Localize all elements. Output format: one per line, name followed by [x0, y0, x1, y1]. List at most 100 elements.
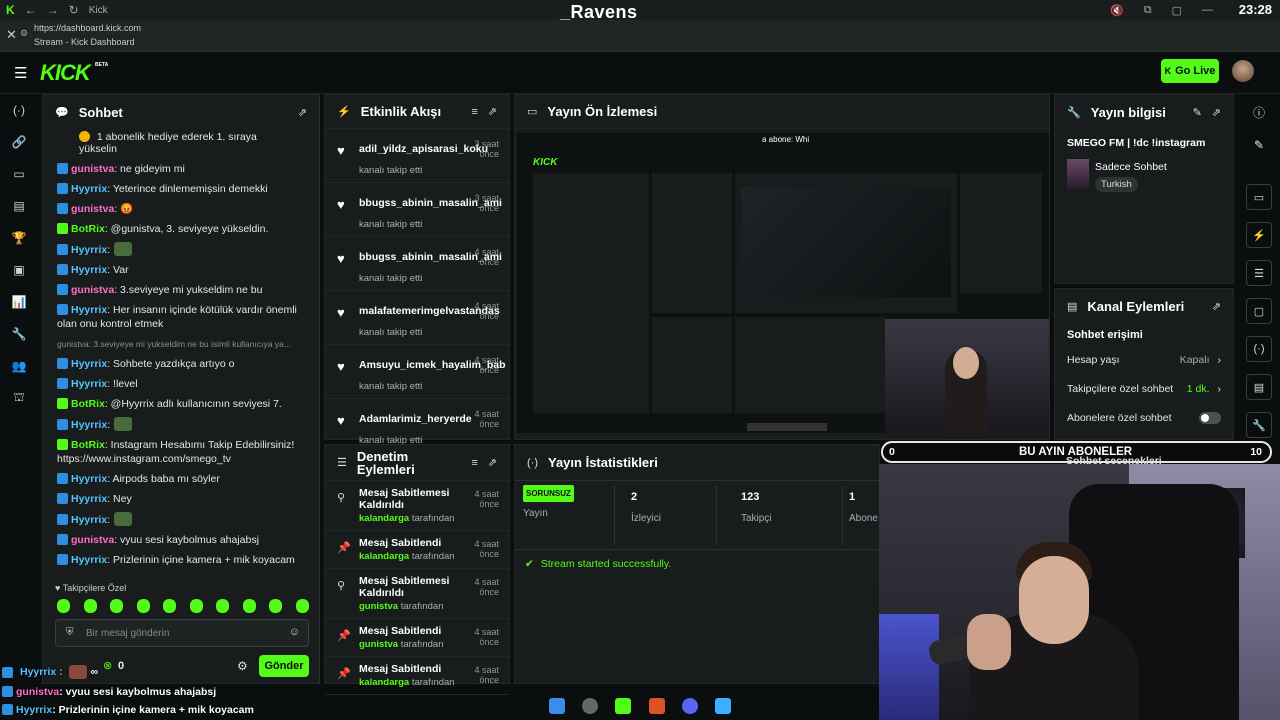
chat-username[interactable]: BotRix — [71, 398, 105, 410]
site-settings-icon[interactable]: ⚙ — [20, 28, 28, 39]
emote-6[interactable] — [189, 599, 203, 613]
tab-title[interactable]: Kick — [89, 5, 108, 16]
moderation-item[interactable]: 📌 Mesaj Sabitlendi kalandarga tarafından 4 … — [325, 657, 509, 695]
emote-2[interactable] — [83, 599, 97, 613]
chat-username[interactable]: Hyyrrix — [71, 554, 107, 566]
users-icon[interactable]: 👥 — [0, 350, 38, 382]
stream-tool-icon[interactable]: (·) — [1246, 336, 1272, 362]
chat-username[interactable]: Hyyrrix — [71, 493, 107, 505]
category-name[interactable]: Sadece Sohbet — [1095, 161, 1167, 173]
chat-username[interactable]: BotRix — [71, 223, 105, 235]
edit-icon[interactable]: ✎ — [1193, 106, 1202, 119]
filter-icon[interactable]: ≡ — [471, 457, 477, 469]
emote-10[interactable] — [295, 599, 309, 613]
coin-icon — [79, 131, 90, 142]
chrome-icon[interactable] — [581, 698, 598, 714]
chat-username[interactable]: gunistva — [71, 284, 114, 296]
chat-username[interactable]: Hyyrrix — [71, 514, 107, 526]
pencil-icon[interactable]: ✎ — [1238, 130, 1280, 184]
stats-icon[interactable]: ▤ — [0, 190, 38, 222]
chat-username[interactable]: Hyyrrix — [71, 264, 107, 276]
wrench-icon[interactable]: 🔧 — [0, 318, 38, 350]
emoji-icon[interactable]: ☺ — [289, 626, 300, 638]
chat-username[interactable]: gunistva — [71, 203, 114, 215]
chat-username[interactable]: Hyyrrix — [71, 183, 107, 195]
clock: 23:28 — [1238, 2, 1272, 17]
forward-icon[interactable]: → — [47, 3, 59, 17]
mute-icon[interactable]: 🔇 — [1110, 4, 1124, 17]
log-text: Stream started successfully. — [540, 558, 672, 570]
bolt-tool-icon[interactable]: ⚡ — [1246, 222, 1272, 248]
back-icon[interactable]: ← — [25, 3, 37, 17]
moderation-item[interactable]: 📌 Mesaj Sabitlendi gunistva tarafından 4 sa… — [325, 619, 509, 657]
trophy-icon[interactable]: 🏆 — [0, 222, 38, 254]
emote-7[interactable] — [216, 599, 230, 613]
chat-username[interactable]: Hyyrrix — [71, 304, 107, 316]
popout-icon[interactable]: ⇗ — [488, 456, 497, 469]
filter-icon[interactable]: ≡ — [471, 106, 477, 118]
info-icon[interactable]: ⓘ — [1238, 94, 1280, 130]
emote-5[interactable] — [163, 599, 177, 613]
moderation-item[interactable]: ⚲ Mesaj Sabitlemesi Kaldırıldı gunistva ta… — [325, 569, 509, 619]
sidebar-icon[interactable]: ▢ — [1172, 4, 1182, 17]
moderation-item[interactable]: ⚲ Mesaj Sabitlemesi Kaldırıldı kalandarga … — [325, 481, 509, 531]
minimize-icon[interactable]: — — [1202, 4, 1213, 17]
preview-video[interactable]: a abone: Whi KICK — [517, 133, 1049, 433]
chat-username[interactable]: gunistva — [71, 163, 114, 175]
activity-item[interactable]: ♥ bbugss_abinin_masalin_ami kanalı takip e… — [325, 183, 509, 237]
emote-3[interactable] — [110, 599, 124, 613]
url-text[interactable]: https://dashboard.kick.com — [34, 23, 141, 33]
chat-username[interactable]: Hyyrrix — [71, 244, 107, 256]
chat-username[interactable]: Hyyrrix — [71, 378, 107, 390]
wrench-tool-icon[interactable]: 🔧 — [1246, 412, 1272, 438]
chat-input[interactable]: ⛨ Bir mesaj gönderin ☺ — [55, 619, 309, 647]
avatar[interactable] — [1232, 60, 1254, 82]
popout-icon[interactable]: ⇗ — [1212, 300, 1221, 313]
chart-icon[interactable]: 📊 — [0, 286, 38, 318]
send-button[interactable]: Gönder — [259, 655, 309, 677]
account-age-row[interactable]: Hesap yaşı Kapalı › — [1055, 345, 1233, 374]
extensions-icon[interactable]: ⧉ — [1144, 4, 1152, 17]
go-live-button[interactable]: K Go Live — [1161, 59, 1219, 83]
photos-icon[interactable] — [715, 698, 732, 714]
sliders-tool-icon[interactable]: ▤ — [1246, 374, 1272, 400]
stream-icon[interactable]: (·) — [0, 94, 38, 126]
emote-1[interactable] — [57, 599, 70, 613]
chat-username[interactable]: gunistva — [71, 534, 114, 546]
discord-icon[interactable] — [681, 698, 698, 714]
chat-username[interactable]: Hyyrrix — [71, 473, 107, 485]
moderation-item[interactable]: 📌 Mesaj Sabitlendi kalandarga tarafından 4 … — [325, 531, 509, 569]
chat-username[interactable]: Hyyrrix — [71, 419, 107, 431]
close-tab-icon[interactable]: ✕ — [6, 27, 17, 43]
windows-start-icon[interactable] — [548, 698, 565, 714]
activity-item[interactable]: ♥ adil_yildz_apisarasi_koku kanalı takip e… — [325, 129, 509, 183]
broadcast-icon[interactable]: ⛫ — [0, 382, 38, 414]
followers-only-row[interactable]: Takipçilere özel sohbet 1 dk. › — [1055, 374, 1233, 403]
activity-item[interactable]: ♥ Amsuyu_icmek_hayalim_bab kanalı takip et… — [325, 345, 509, 399]
menu-icon[interactable]: ☰ — [14, 64, 27, 82]
chat-username[interactable]: BotRix — [71, 439, 105, 451]
message-tool-icon[interactable]: ▢ — [1246, 298, 1272, 324]
activity-item[interactable]: ♥ bbugss_abinin_masalin_ami kanalı takip e… — [325, 237, 509, 291]
tag-pill[interactable]: Turkish — [1095, 177, 1138, 192]
chat-username[interactable]: Hyyrrix — [71, 358, 107, 370]
chat-tool-icon[interactable]: ▭ — [1246, 184, 1272, 210]
popout-icon[interactable]: ⇗ — [1212, 106, 1221, 119]
emote-4[interactable] — [136, 599, 150, 613]
subs-only-toggle[interactable] — [1199, 411, 1221, 424]
kick-app-icon[interactable] — [615, 698, 632, 714]
emote-8[interactable] — [242, 599, 256, 613]
brave-icon[interactable] — [648, 698, 665, 714]
window-icon[interactable]: ▭ — [0, 158, 38, 190]
video-icon[interactable]: ▣ — [0, 254, 38, 286]
emote-9[interactable] — [269, 599, 283, 613]
reload-icon[interactable]: ↻ — [69, 3, 79, 17]
kick-logo[interactable]: KICK — [40, 60, 91, 86]
activity-item[interactable]: ♥ malafatemerimgelvastandas kanalı takip e… — [325, 291, 509, 345]
popout-icon[interactable]: ⇗ — [488, 105, 497, 118]
popout-icon[interactable]: ⇗ — [298, 106, 307, 119]
link-icon[interactable]: 🔗 — [0, 126, 38, 158]
chat-title: Sohbet — [78, 104, 123, 120]
chat-settings-icon[interactable]: ⚙ — [237, 659, 248, 673]
list-tool-icon[interactable]: ☰ — [1246, 260, 1272, 286]
